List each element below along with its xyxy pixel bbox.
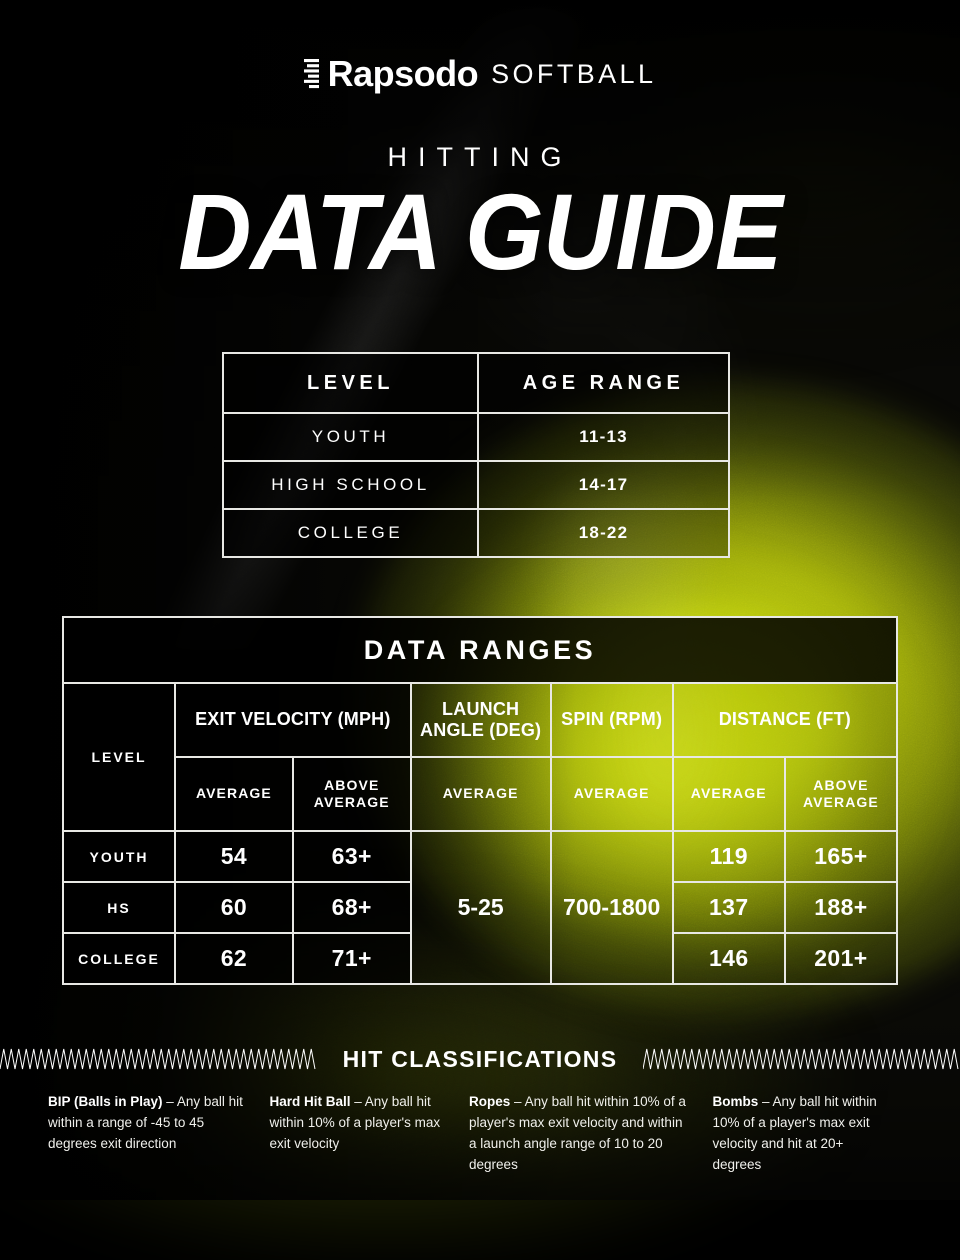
zigzag-wave-icon-left [0, 1048, 316, 1070]
subheader-la-average: AVERAGE [409, 756, 552, 832]
level-age-range-table: LEVEL AGE RANGE YOUTH 11-13 HIGH SCHOOL … [221, 352, 730, 558]
subheader-dist-above-average: ABOVE AVERAGE [783, 756, 899, 832]
subheader-dist-average: AVERAGE [671, 756, 786, 832]
header-exit-velocity: EXIT VELOCITY (MPH) [174, 682, 412, 758]
rapsodo-bars-icon [303, 59, 319, 89]
definition-term: Bombs [712, 1094, 759, 1109]
cell-age-youth: 11-13 [477, 412, 730, 462]
hit-classifications-divider: HIT CLASSIFICATIONS [0, 1040, 960, 1078]
cell-dist-above-college: 201+ [783, 932, 899, 985]
cell-level-college: COLLEGE [62, 932, 176, 985]
cell-age-high-school: 14-17 [477, 460, 730, 510]
table-row: YOUTH 54 63+ 5-25 700-1800 119 165+ [62, 830, 899, 985]
subheader-ev-average: AVERAGE [174, 756, 294, 832]
zigzag-wave-icon-right [643, 1048, 959, 1070]
cell-spin-all: 700-1800 [549, 830, 674, 985]
cell-ev-above-youth: 63+ [291, 830, 412, 883]
definition-term: Ropes [469, 1094, 511, 1109]
table-row: COLLEGE 18-22 [221, 508, 730, 558]
table-sub-header-row: AVERAGE ABOVE AVERAGE AVERAGE AVERAGE AV… [63, 756, 899, 832]
definition-dash: – [350, 1094, 365, 1109]
cell-level-youth: YOUTH [221, 412, 480, 462]
table-group-header-row: LEVEL EXIT VELOCITY (MPH) LAUNCH ANGLE (… [62, 682, 899, 832]
cell-ev-above-hs: 68+ [291, 881, 412, 934]
table-header-row: LEVEL AGE RANGE [221, 352, 730, 414]
subheader-spin-average: AVERAGE [549, 756, 674, 832]
definition-bombs: Bombs – Any ball hit within 10% of a pla… [712, 1092, 912, 1176]
cell-dist-avg-college: 146 [671, 932, 786, 985]
data-ranges-table: DATA RANGES LEVEL EXIT VELOCITY (MPH) LA… [62, 616, 899, 985]
cell-level-high-school: HIGH SCHOOL [221, 460, 480, 510]
definition-term: BIP (Balls in Play) [48, 1094, 163, 1109]
cell-age-college: 18-22 [477, 508, 730, 558]
table-banner-row: DATA RANGES [62, 616, 898, 684]
definition-term: Hard Hit Ball [269, 1094, 351, 1109]
definition-ropes: Ropes – Any ball hit within 10% of a pla… [469, 1092, 712, 1176]
header-level: LEVEL [62, 682, 176, 832]
subheader-line-1: ABOVE [324, 776, 380, 793]
brand-sport: SOFTBALL [491, 58, 657, 89]
definition-dash: – [510, 1094, 525, 1109]
definition-dash: – [162, 1094, 177, 1109]
header-age-range: AGE RANGE [477, 352, 730, 414]
header-level: LEVEL [221, 352, 480, 414]
data-ranges-banner: DATA RANGES [62, 616, 898, 684]
subheader-line-1: ABOVE [813, 776, 869, 793]
page-title: DATA GUIDE [178, 171, 782, 292]
header-launch-angle: LAUNCH ANGLE (DEG) [409, 682, 552, 758]
header-distance: DISTANCE (FT) [671, 682, 899, 758]
cell-dist-avg-hs: 137 [671, 881, 786, 934]
cell-dist-avg-youth: 119 [671, 830, 786, 883]
definition-dash: – [758, 1094, 773, 1109]
brand-logo: Rapsodo SOFTBALL [0, 56, 960, 92]
cell-dist-above-youth: 165+ [783, 830, 899, 883]
cell-ev-above-college: 71+ [291, 932, 412, 985]
cell-level-college: COLLEGE [221, 508, 480, 558]
cell-launch-angle-all: 5-25 [409, 830, 552, 985]
definition-bip: BIP (Balls in Play) – Any ball hit withi… [48, 1092, 269, 1176]
brand-name: Rapsodo [327, 53, 479, 94]
header-spin: SPIN (RPM) [549, 682, 674, 758]
subheader-ev-above-average: ABOVE AVERAGE [291, 756, 412, 832]
cell-dist-above-hs: 188+ [783, 881, 899, 934]
hit-classifications-title: HIT CLASSIFICATIONS [342, 1045, 618, 1072]
cell-ev-avg-youth: 54 [174, 830, 294, 883]
cell-level-hs: HS [62, 881, 176, 934]
cell-ev-avg-college: 62 [174, 932, 294, 985]
subheader-line-2: AVERAGE [802, 794, 879, 810]
subheader-line-2: AVERAGE [313, 794, 390, 810]
page-kicker: HITTING [387, 142, 573, 172]
cell-level-youth: YOUTH [62, 830, 176, 883]
definition-hard-hit-ball: Hard Hit Ball – Any ball hit within 10% … [269, 1092, 469, 1176]
cell-ev-avg-hs: 60 [174, 881, 294, 934]
hit-classification-definitions: BIP (Balls in Play) – Any ball hit withi… [0, 1092, 960, 1176]
table-row: HIGH SCHOOL 14-17 [221, 460, 730, 510]
table-row: YOUTH 11-13 [221, 412, 730, 462]
